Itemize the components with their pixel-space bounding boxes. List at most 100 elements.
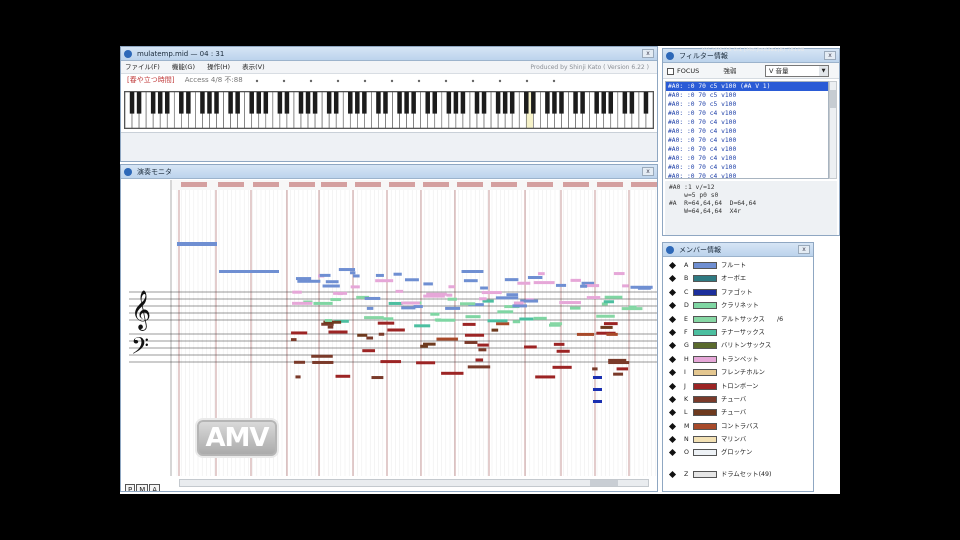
member-row[interactable]: H トランペット — [663, 353, 813, 366]
piano-keys[interactable] — [125, 92, 653, 128]
close-icon[interactable]: x — [798, 245, 810, 254]
piano-roll[interactable]: 𝄞 𝄢 AMV — [121, 180, 657, 476]
close-icon[interactable]: x — [824, 51, 836, 60]
member-row[interactable]: F テナーサックス — [663, 326, 813, 339]
scrollbar-thumb[interactable] — [830, 90, 836, 108]
black-key[interactable] — [495, 92, 501, 114]
member-row[interactable]: O グロッケン — [663, 446, 813, 459]
tab-a[interactable]: A — [149, 484, 161, 491]
black-key[interactable] — [200, 92, 205, 114]
black-key[interactable] — [601, 92, 606, 114]
menu-view[interactable]: 表示(V) — [242, 63, 265, 71]
black-key[interactable] — [411, 92, 416, 114]
black-key[interactable] — [305, 92, 311, 114]
black-key[interactable] — [157, 92, 163, 114]
black-key[interactable] — [432, 92, 438, 114]
black-key[interactable] — [460, 92, 466, 114]
menu-function[interactable]: 機能(G) — [172, 63, 195, 71]
event-list[interactable]: #A0: :0 70 c5 v100 (#A V 1) #A0: :0 70 c5… — [665, 81, 829, 179]
event-row[interactable]: #A0: :0 70 c4 v100 — [666, 118, 828, 127]
black-key[interactable] — [326, 92, 332, 114]
member-row[interactable]: I フレンチホルン — [663, 366, 813, 379]
black-key[interactable] — [312, 92, 318, 114]
event-row[interactable]: #A0: :0 70 c5 v100 — [666, 100, 828, 109]
black-key[interactable] — [362, 92, 367, 114]
member-row[interactable]: D クラリネット — [663, 299, 813, 312]
black-key[interactable] — [179, 92, 184, 114]
event-row[interactable]: #A0: :0 70 c4 v100 — [666, 127, 828, 136]
member-row[interactable]: E アルトサックス/6 — [663, 313, 813, 326]
black-key[interactable] — [629, 92, 635, 114]
member-row[interactable]: B オーボエ — [663, 272, 813, 285]
black-key[interactable] — [446, 92, 452, 114]
close-icon[interactable]: x — [642, 167, 654, 176]
member-row[interactable]: L チューバ — [663, 406, 813, 419]
event-row[interactable]: #A0: :0 70 c4 v100 — [666, 172, 828, 178]
event-row[interactable]: #A0: :0 70 c5 v100 — [666, 91, 828, 100]
black-key[interactable] — [580, 92, 585, 114]
event-row[interactable]: #A0: :0 70 c5 v100 (#A V 1) — [666, 82, 828, 91]
black-key[interactable] — [277, 92, 283, 114]
black-key[interactable] — [481, 92, 487, 114]
scrollbar-thumb[interactable] — [590, 480, 618, 486]
black-key[interactable] — [333, 92, 339, 114]
menu-operation[interactable]: 操作(H) — [207, 63, 230, 71]
member-row[interactable]: A フルート — [663, 259, 813, 272]
event-list-scrollbar[interactable] — [829, 81, 837, 179]
menu-file[interactable]: ファイル(F) — [125, 63, 160, 71]
black-key[interactable] — [129, 92, 135, 114]
black-key[interactable] — [474, 92, 480, 114]
black-key[interactable] — [214, 92, 219, 114]
black-key[interactable] — [425, 92, 430, 114]
black-key[interactable] — [552, 92, 557, 114]
black-key[interactable] — [608, 92, 614, 114]
black-key[interactable] — [509, 92, 515, 114]
black-key[interactable] — [573, 92, 578, 114]
black-key[interactable] — [355, 92, 360, 114]
event-row[interactable]: #A0: :0 70 c4 v100 — [666, 145, 828, 154]
black-key[interactable] — [453, 92, 459, 114]
black-key[interactable] — [207, 92, 212, 114]
tab-m[interactable]: M — [136, 484, 149, 491]
member-row[interactable]: Z ドラムセット(49) — [663, 468, 813, 481]
chevron-down-icon[interactable]: ▼ — [819, 66, 828, 76]
black-key[interactable] — [228, 92, 233, 114]
black-key[interactable] — [559, 92, 564, 114]
member-row[interactable]: N マリンバ — [663, 433, 813, 446]
black-key[interactable] — [348, 92, 353, 114]
black-key[interactable] — [186, 92, 191, 114]
member-row[interactable]: K チューバ — [663, 393, 813, 406]
black-key[interactable] — [594, 92, 599, 114]
focus-checkbox[interactable] — [667, 67, 674, 75]
close-icon[interactable]: x — [642, 49, 654, 58]
horizontal-scrollbar[interactable] — [179, 479, 649, 487]
black-key[interactable] — [256, 92, 262, 114]
black-key[interactable] — [376, 92, 381, 114]
black-key[interactable] — [622, 92, 628, 114]
black-key[interactable] — [150, 92, 156, 114]
piano-keyboard[interactable] — [124, 91, 654, 129]
black-key[interactable] — [545, 92, 550, 114]
black-key[interactable] — [531, 92, 536, 114]
black-key[interactable] — [502, 92, 508, 114]
member-row[interactable]: J トロンボーン — [663, 380, 813, 393]
event-row[interactable]: #A0: :0 70 c4 v100 — [666, 109, 828, 118]
event-row[interactable]: #A0: :0 70 c4 v100 — [666, 163, 828, 172]
param-select[interactable]: V 音量 ▼ — [765, 65, 829, 77]
black-key[interactable] — [524, 92, 529, 114]
event-row[interactable]: #A0: :0 70 c4 v100 — [666, 136, 828, 145]
member-row[interactable]: C ファゴット — [663, 286, 813, 299]
black-key[interactable] — [298, 92, 304, 114]
black-key[interactable] — [284, 92, 290, 114]
member-row[interactable]: G バリトンサックス — [663, 339, 813, 352]
black-key[interactable] — [404, 92, 409, 114]
black-key[interactable] — [249, 92, 254, 114]
tab-p[interactable]: P — [125, 484, 136, 491]
event-row[interactable]: #A0: :0 70 c4 v100 — [666, 154, 828, 163]
black-key[interactable] — [235, 92, 240, 114]
black-key[interactable] — [136, 92, 142, 114]
black-key[interactable] — [397, 92, 402, 114]
black-key[interactable] — [164, 92, 170, 114]
black-key[interactable] — [263, 92, 269, 114]
black-key[interactable] — [383, 92, 388, 114]
